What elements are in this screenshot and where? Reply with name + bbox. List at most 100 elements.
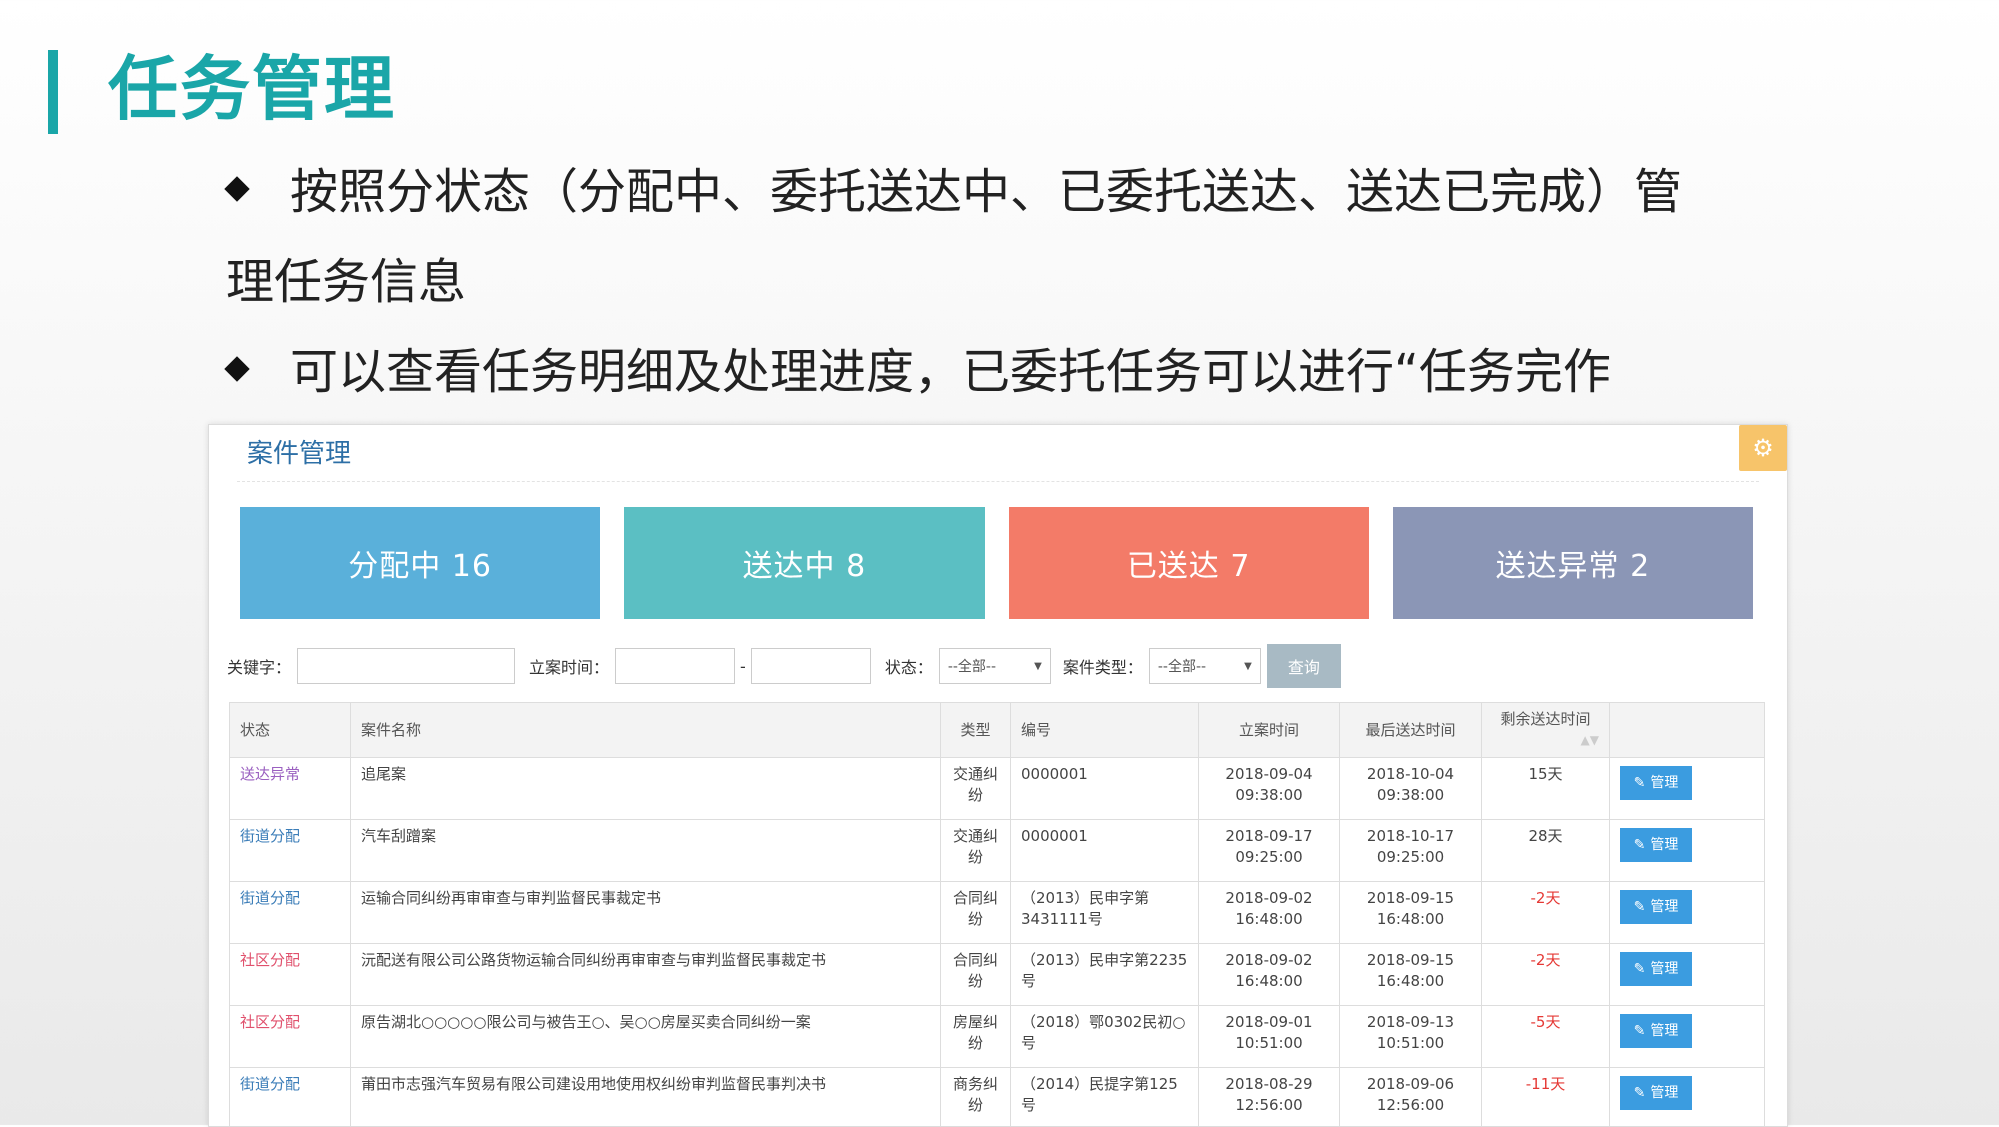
table-header-row: 状态 案件名称 类型 编号 立案时间 最后送达时间 剩余送达时间▲▼ [230,703,1765,758]
cell-type: 交通纠纷 [941,820,1011,882]
case-type-select[interactable]: --全部-- ▼ [1149,648,1261,684]
caret-down-icon: ▼ [1034,661,1042,672]
cell-case-name: 汽车刮蹭案 [351,820,941,882]
cell-number: 0000001 [1011,758,1199,820]
col-action [1610,703,1765,758]
case-type-select-value: --全部-- [1158,656,1206,676]
cell-status[interactable]: 送达异常 [230,758,351,820]
keyword-input[interactable] [297,648,515,684]
bullet-1-line-2: 理任务信息 [226,252,1788,312]
status-label: 状态： [885,654,933,678]
col-filed-time: 立案时间 [1199,703,1340,758]
manage-button[interactable]: ✎管理 [1620,952,1692,986]
cell-filed-time: 2018-09-02 16:48:00 [1199,882,1340,944]
cell-last-delivery: 2018-10-04 09:38:00 [1340,758,1482,820]
bullet-1: 按照分状态（分配中、委托送达中、已委托送达、送达已完成）管 理任务信息 [228,162,1788,312]
diamond-bullet-icon [224,356,249,381]
cell-case-name: 原告湖北○○○○○限公司与被告王○、吴○○房屋买卖合同纠纷一案 [351,1006,941,1068]
slide-title: 任务管理 [108,44,396,134]
cell-status[interactable]: 街道分配 [230,882,351,944]
table-row: 街道分配莆田市志强汽车贸易有限公司建设用地使用权纠纷审判监督民事判决书商务纠纷（… [230,1068,1765,1127]
cell-status[interactable]: 社区分配 [230,1006,351,1068]
manage-button[interactable]: ✎管理 [1620,828,1692,862]
keyword-label: 关键字： [227,654,291,678]
pencil-icon: ✎ [1634,897,1646,918]
col-status: 状态 [230,703,351,758]
cell-type: 商务纠纷 [941,1068,1011,1127]
bullet-1-line-1: 按照分状态（分配中、委托送达中、已委托送达、送达已完成）管 [290,164,1682,220]
diamond-bullet-icon [224,176,249,201]
manage-button-label: 管理 [1650,1083,1678,1104]
filter-bar: 关键字： 立案时间： - 状态： --全部-- ▼ 案件类型： --全部-- ▼… [227,645,1767,687]
manage-button[interactable]: ✎管理 [1620,1076,1692,1110]
cell-remaining: -2天 [1482,944,1610,1006]
cell-number: （2013）民申字第3431111号 [1011,882,1199,944]
table-row: 社区分配原告湖北○○○○○限公司与被告王○、吴○○房屋买卖合同纠纷一案房屋纠纷（… [230,1006,1765,1068]
cell-last-delivery: 2018-10-17 09:25:00 [1340,820,1482,882]
cell-remaining: -11天 [1482,1068,1610,1127]
cell-last-delivery: 2018-09-13 10:51:00 [1340,1006,1482,1068]
cell-number: 0000001 [1011,820,1199,882]
manage-button-label: 管理 [1650,897,1678,918]
case-type-label: 案件类型： [1063,654,1143,678]
cell-remaining: -5天 [1482,1006,1610,1068]
card-delivered[interactable]: 已送达 7 [1009,507,1369,619]
pencil-icon: ✎ [1634,1021,1646,1042]
manage-button[interactable]: ✎管理 [1620,766,1692,800]
filing-date-label: 立案时间： [529,654,609,678]
pencil-icon: ✎ [1634,835,1646,856]
panel-title: 案件管理 [247,433,351,470]
cell-remaining: 15天 [1482,758,1610,820]
sort-icon[interactable]: ▲▼ [1581,730,1599,751]
date-from-input[interactable] [615,648,735,684]
case-management-panel: 案件管理 ⚙ 分配中 16 送达中 8 已送达 7 送达异常 2 关键字： 立案… [208,424,1788,1127]
date-to-input[interactable] [751,648,871,684]
cell-filed-time: 2018-09-17 09:25:00 [1199,820,1340,882]
table-row: 街道分配汽车刮蹭案交通纠纷00000012018-09-17 09:25:002… [230,820,1765,882]
cell-remaining: 28天 [1482,820,1610,882]
cell-case-name: 莆田市志强汽车贸易有限公司建设用地使用权纠纷审判监督民事判决书 [351,1068,941,1127]
col-number: 编号 [1011,703,1199,758]
cell-action: ✎管理 [1610,1068,1765,1127]
gear-icon[interactable]: ⚙ [1739,425,1787,471]
manage-button[interactable]: ✎管理 [1620,890,1692,924]
card-delivery-exception[interactable]: 送达异常 2 [1393,507,1753,619]
query-button[interactable]: 查询 [1267,644,1341,688]
bullet-2-text: 可以查看任务明细及处理进度，已委托任务可以进行“任务完作 [290,344,1611,400]
cell-type: 房屋纠纷 [941,1006,1011,1068]
manage-button-label: 管理 [1650,773,1678,794]
manage-button-label: 管理 [1650,835,1678,856]
title-accent-bar [48,50,58,134]
col-case-name: 案件名称 [351,703,941,758]
cell-type: 合同纠纷 [941,882,1011,944]
cell-action: ✎管理 [1610,1006,1765,1068]
table-row: 送达异常追尾案交通纠纷00000012018-09-04 09:38:00201… [230,758,1765,820]
bullet-2: 可以查看任务明细及处理进度，已委托任务可以进行“任务完作 [228,342,1611,402]
cell-case-name: 追尾案 [351,758,941,820]
cell-status[interactable]: 街道分配 [230,820,351,882]
col-remaining-label: 剩余送达时间 [1500,710,1590,728]
cell-status[interactable]: 街道分配 [230,1068,351,1127]
cell-filed-time: 2018-09-01 10:51:00 [1199,1006,1340,1068]
date-separator: - [740,657,746,676]
cell-case-name: 沅配送有限公司公路货物运输合同纠纷再审审查与审判监督民事裁定书 [351,944,941,1006]
cell-case-name: 运输合同纠纷再审审查与审判监督民事裁定书 [351,882,941,944]
manage-button[interactable]: ✎管理 [1620,1014,1692,1048]
cell-type: 交通纠纷 [941,758,1011,820]
cell-action: ✎管理 [1610,882,1765,944]
card-delivering[interactable]: 送达中 8 [624,507,984,619]
caret-down-icon: ▼ [1244,661,1252,672]
cell-status[interactable]: 社区分配 [230,944,351,1006]
panel-header: 案件管理 ⚙ [237,425,1759,482]
tasks-table: 状态 案件名称 类型 编号 立案时间 最后送达时间 剩余送达时间▲▼ 送达异常追… [229,702,1765,1127]
cell-filed-time: 2018-08-29 12:56:00 [1199,1068,1340,1127]
cell-filed-time: 2018-09-02 16:48:00 [1199,944,1340,1006]
card-assigning[interactable]: 分配中 16 [240,507,600,619]
status-select[interactable]: --全部-- ▼ [939,648,1051,684]
cell-filed-time: 2018-09-04 09:38:00 [1199,758,1340,820]
cell-action: ✎管理 [1610,820,1765,882]
col-remaining[interactable]: 剩余送达时间 ▲▼ [1482,703,1610,758]
cell-last-delivery: 2018-09-06 12:56:00 [1340,1068,1482,1127]
pencil-icon: ✎ [1634,773,1646,794]
col-type: 类型 [941,703,1011,758]
